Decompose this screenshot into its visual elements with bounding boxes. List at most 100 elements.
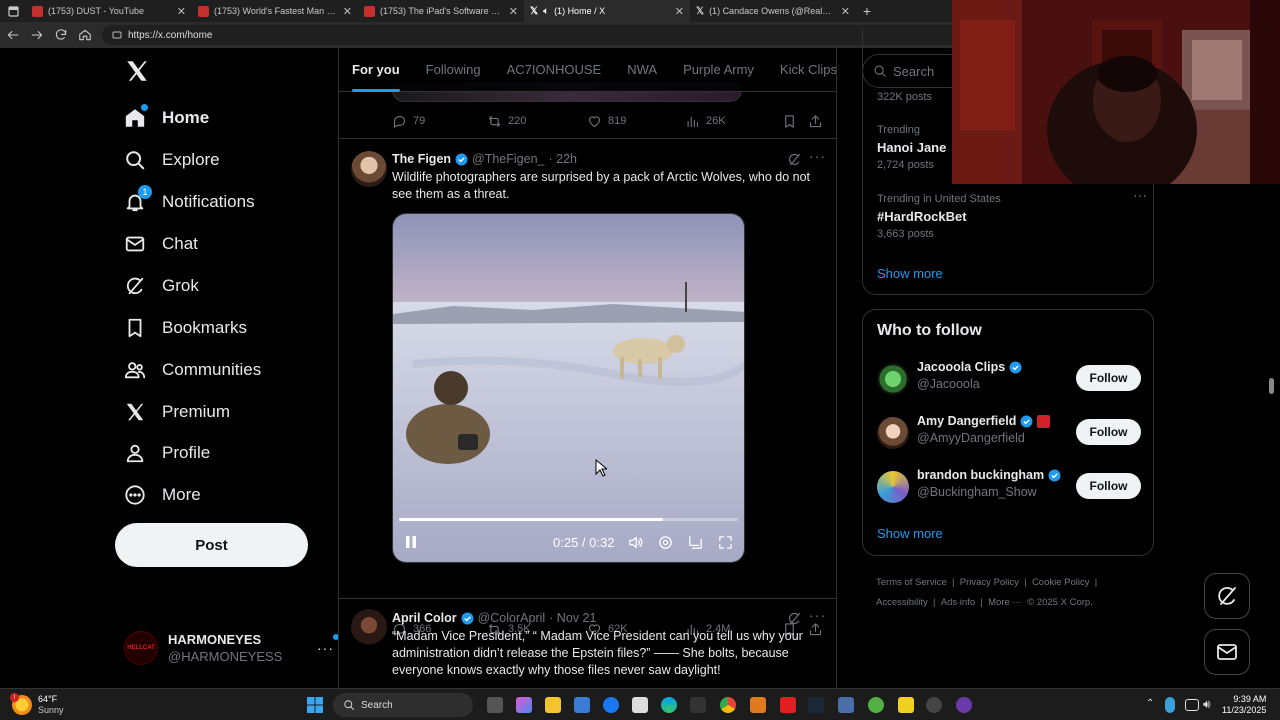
file-explorer-icon[interactable] [545,697,561,713]
facebook-icon[interactable] [603,697,619,713]
author-name[interactable]: April Color [392,611,457,625]
follow-button[interactable]: Follow [1076,365,1141,391]
video-progress-track[interactable] [399,518,738,521]
nav-item-bookmarks[interactable]: Bookmarks [124,313,247,343]
reply-button[interactable]: 79 [392,114,425,129]
trend-item[interactable]: Trending in United States #HardRockBet 3… [877,187,1147,240]
close-tab-icon[interactable]: ✕ [509,5,518,18]
tray-chevron-icon[interactable]: ⌃ [1146,698,1154,709]
views-button[interactable]: 26K [685,114,726,129]
tab-following[interactable]: Following [413,48,494,92]
footer-link[interactable]: Cookie Policy [1032,577,1090,588]
windows-start-icon[interactable] [307,697,323,713]
nav-item-premium[interactable]: Premium [124,397,230,427]
store-icon[interactable] [574,697,590,713]
footer-link[interactable]: Privacy Policy [960,577,1019,588]
browser-tab[interactable]: (1753) The iPad's Software Proble ✕ [358,0,524,22]
settings-icon[interactable] [657,534,674,551]
nav-item-explore[interactable]: Explore [124,145,220,175]
nav-item-profile[interactable]: Profile [124,438,210,468]
x-logo-icon[interactable] [124,58,152,86]
speaker-icon[interactable]: 🔈︎ [543,6,549,17]
grok-icon[interactable] [787,152,802,167]
sticky-notes-icon[interactable] [898,697,914,713]
grok-float-button[interactable] [1204,573,1250,619]
fullscreen-icon[interactable] [717,534,734,551]
follow-suggestion[interactable]: Amy Dangerfield @AmyyDangerfield Follow [877,414,1141,454]
nav-item-grok[interactable]: Grok [124,271,199,301]
refresh-icon[interactable] [54,28,68,42]
steam-icon[interactable] [808,697,824,713]
close-tab-icon[interactable]: ✕ [675,5,684,18]
post-time[interactable]: · 22h [548,152,577,166]
avatar[interactable] [351,609,387,645]
amazon-icon[interactable] [632,697,648,713]
nav-item-notifications[interactable]: 1 Notifications [124,185,255,217]
author-handle[interactable]: @TheFigen_ [472,152,544,166]
author-handle[interactable]: @ColorApril [478,611,546,625]
show-more-trends[interactable]: Show more [877,266,943,281]
youtube-icon[interactable] [780,697,796,713]
post-time[interactable]: · Nov 21 [549,611,596,625]
terminal-icon[interactable] [690,697,706,713]
messages-float-button[interactable] [1204,629,1250,675]
app-icon[interactable] [926,697,942,713]
avatar[interactable] [351,151,387,187]
xbox-icon[interactable] [868,697,884,713]
pip-icon[interactable] [687,534,704,551]
share-button[interactable] [808,114,823,129]
follow-button[interactable]: Follow [1076,473,1141,499]
tab-purple-army[interactable]: Purple Army [670,48,767,92]
forward-icon[interactable] [30,28,44,42]
video-player[interactable]: 0:25 / 0:32 [392,213,745,563]
clock[interactable]: 9:39 AM 11/23/2025 [1222,694,1266,716]
post-april-color[interactable]: April Color @ColorApril · Nov 21 ··· “Ma… [339,599,836,688]
nav-item-communities[interactable]: Communities [124,355,261,385]
volume-icon[interactable]: 🔊︎ [1203,697,1211,712]
bookmark-button[interactable] [782,114,797,129]
volume-icon[interactable] [627,534,644,551]
author-name[interactable]: The Figen [392,152,451,166]
microphone-icon[interactable] [1165,697,1175,713]
grok-icon[interactable] [787,611,802,626]
account-switcher[interactable]: HELLCAT HARMONEYES @HARMONEYESS ··· [124,623,339,673]
browser-tab-active[interactable]: 𝕏 🔈︎ (1) Home / X ✕ [524,0,690,22]
follow-button[interactable]: Follow [1076,419,1141,445]
post-more-icon[interactable]: ··· [809,607,826,623]
footer-link[interactable]: More ··· [988,597,1022,608]
network-icon[interactable] [1185,699,1199,711]
follow-suggestion[interactable]: Jacooola Clips @Jacooola Follow [877,360,1141,400]
trend-item[interactable]: Trending Hanoi Jane 2,724 posts [877,124,946,171]
new-tab-button[interactable]: + [856,3,878,19]
close-tab-icon[interactable]: ✕ [177,5,186,18]
tab-kick-clips[interactable]: Kick Clips [767,48,836,92]
tab-ac7ionhouse[interactable]: AC7IONHOUSE [494,48,615,92]
edge-icon[interactable] [661,697,677,713]
post-more-icon[interactable]: ··· [809,148,826,164]
nav-item-more[interactable]: More [124,480,201,510]
tab-actions-icon[interactable] [0,0,26,22]
like-button[interactable]: 819 [587,114,626,129]
post-button[interactable]: Post [115,523,308,567]
home-browser-icon[interactable] [78,28,92,42]
back-icon[interactable] [6,28,20,42]
nav-item-home[interactable]: Home [124,103,209,133]
browser-tab[interactable]: (1753) DUST - YouTube ✕ [26,0,192,22]
nav-item-chat[interactable]: Chat [124,229,198,259]
copilot-icon[interactable] [516,697,532,713]
footer-link[interactable]: Ads info [941,597,975,608]
app-icon[interactable] [838,697,854,713]
post-the-figen[interactable]: The Figen @TheFigen_ · 22h ··· Wildlife … [339,139,836,636]
weather-widget[interactable]: ! 64°F Sunny [10,693,64,716]
task-view-icon[interactable] [487,697,503,713]
site-info-icon[interactable] [112,30,122,40]
footer-link[interactable]: Accessibility [876,597,928,608]
footer-link[interactable]: Terms of Service [876,577,947,588]
close-tab-icon[interactable]: ✕ [343,5,352,18]
chrome-icon[interactable] [720,697,736,713]
app-icon[interactable] [750,697,766,713]
browser-tab[interactable]: 𝕏 (1) Candace Owens (@RealCand ✕ [690,0,856,22]
follow-suggestion[interactable]: brandon buckingham @Buckingham_Show Foll… [877,468,1141,508]
trend-more-icon[interactable]: ··· [1133,187,1147,203]
repost-button[interactable]: 220 [487,114,526,129]
